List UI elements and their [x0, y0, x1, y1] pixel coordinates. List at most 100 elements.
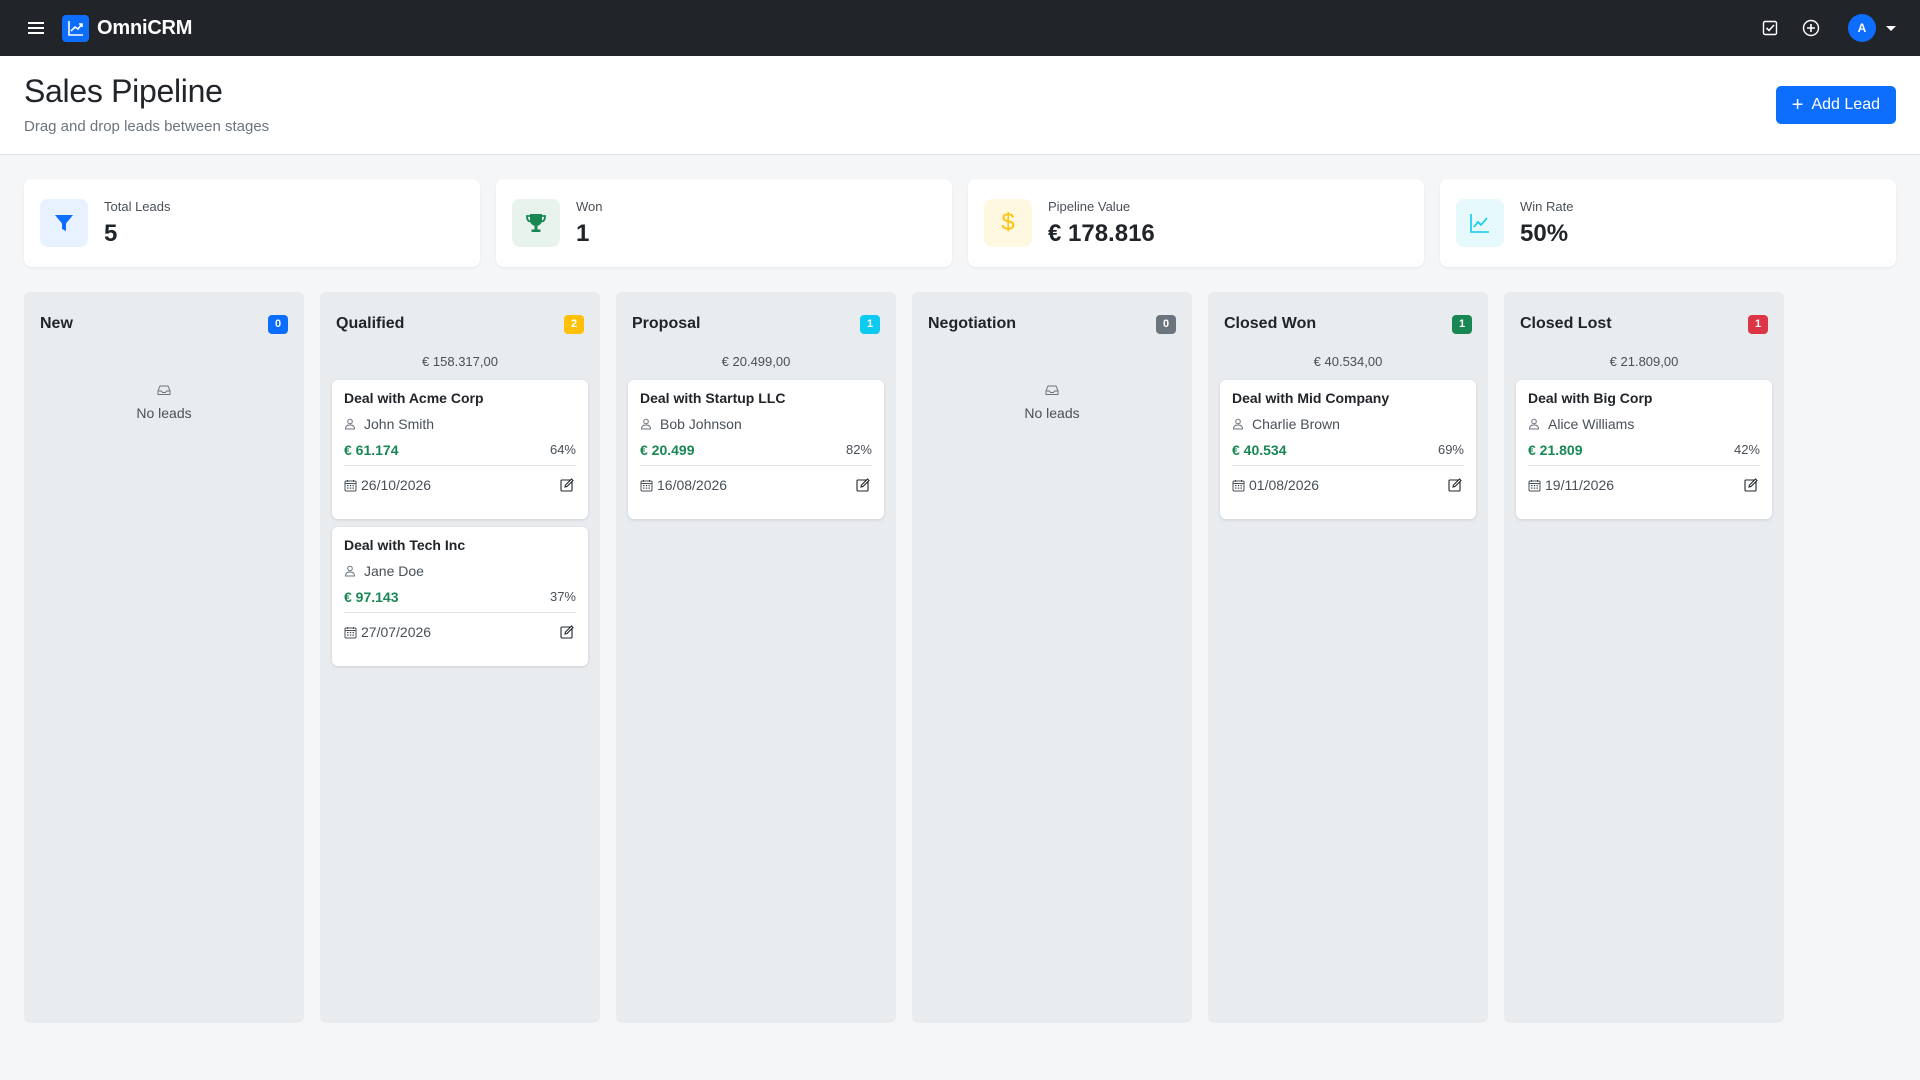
- contact-name: Jane Doe: [364, 563, 424, 579]
- column-closed-won[interactable]: Closed Won 1 € 40.534,00 Deal with Mid Comp…: [1208, 292, 1488, 1023]
- empty-state: No leads: [36, 383, 292, 421]
- lead-amount: € 61.174: [344, 442, 399, 458]
- lead-title: Deal with Tech Inc: [344, 537, 466, 553]
- brand[interactable]: OmniCRM: [62, 14, 193, 42]
- close-date: 19/11/2026: [1545, 477, 1615, 493]
- lead-date: 27/07/2026: [344, 624, 431, 640]
- calendar-icon: [1232, 479, 1249, 492]
- column-proposal[interactable]: Proposal 1 € 20.499,00 Deal with Startup LL…: [616, 292, 896, 1023]
- column-title: Qualified: [336, 315, 405, 332]
- edit-icon[interactable]: [1742, 476, 1760, 494]
- count-badge: 0: [1156, 314, 1176, 334]
- lead-contact: Bob Johnson: [640, 416, 872, 432]
- stat-card-won: Won 1: [496, 179, 952, 267]
- column-title: Negotiation: [928, 315, 1016, 332]
- edit-icon[interactable]: [558, 623, 576, 641]
- lead-contact: John Smith: [344, 416, 576, 432]
- add-circle-icon[interactable]: [1799, 16, 1823, 40]
- lead-card[interactable]: Deal with Startup LLC Bob Johnson € 20.499…: [628, 380, 884, 519]
- lead-footer: 26/10/2026: [344, 476, 576, 494]
- stat-card-pipeline-value: $ Pipeline Value € 178.816: [968, 179, 1424, 267]
- count-badge: 1: [860, 314, 880, 334]
- lead-contact: Jane Doe: [344, 563, 576, 579]
- close-date: 26/10/2026: [361, 477, 432, 493]
- lead-amount: € 20.499: [640, 442, 695, 458]
- trophy-icon: [512, 199, 560, 247]
- column-negotiation[interactable]: Negotiation 0 No leads: [912, 292, 1192, 1023]
- column-header: New 0: [36, 292, 292, 356]
- contact-name: Alice Williams: [1548, 416, 1635, 432]
- dollar-icon: $: [984, 199, 1032, 247]
- lead-footer: 19/11/2026: [1528, 476, 1760, 494]
- empty-state: No leads: [924, 383, 1180, 421]
- edit-icon[interactable]: [854, 476, 872, 494]
- person-icon: [640, 418, 658, 430]
- column-closed-lost[interactable]: Closed Lost 1 € 21.809,00 Deal with Big Cor…: [1504, 292, 1784, 1023]
- stat-label: Win Rate: [1520, 198, 1574, 214]
- lead-card[interactable]: Deal with Mid Company Charlie Brown € 40.5…: [1220, 380, 1476, 519]
- column-total: € 21.809,00: [1609, 354, 1679, 369]
- calendar-icon: [344, 479, 361, 492]
- empty-text: No leads: [136, 405, 192, 421]
- lead-contact: Charlie Brown: [1232, 416, 1464, 432]
- pipeline-board: New 0 No leads Qualified 2 € 158.317,00 Deal w…: [24, 292, 1800, 1023]
- calendar-icon: [1528, 479, 1545, 492]
- brand-name: OmniCRM: [97, 16, 193, 39]
- edit-icon[interactable]: [1446, 476, 1464, 494]
- tasks-icon[interactable]: [1758, 16, 1782, 40]
- plus-icon: +: [1791, 94, 1804, 116]
- lead-card[interactable]: Deal with Tech Inc Jane Doe € 97.143 37% 27/…: [332, 527, 588, 666]
- column-title: Closed Won: [1224, 315, 1317, 332]
- empty-text: No leads: [1024, 405, 1080, 421]
- lead-footer: 16/08/2026: [640, 476, 872, 494]
- stat-value: 1: [576, 219, 590, 247]
- column-title: Closed Lost: [1520, 315, 1612, 332]
- column-title: New: [40, 315, 73, 332]
- lead-probability: 82%: [845, 442, 872, 457]
- inbox-icon: [36, 383, 292, 399]
- lead-amount: € 21.809: [1528, 442, 1583, 458]
- stat-label: Pipeline Value: [1048, 198, 1131, 214]
- stats-row: Total Leads 5 Won 1 $ Pipeline Value € 1…: [24, 179, 1896, 267]
- lead-contact: Alice Williams: [1528, 416, 1760, 432]
- page-header: Sales Pipeline Drag and drop leads betwe…: [0, 56, 1920, 155]
- column-total: € 40.534,00: [1313, 354, 1383, 369]
- column-new[interactable]: New 0 No leads: [24, 292, 304, 1023]
- contact-name: Charlie Brown: [1252, 416, 1340, 432]
- person-icon: [1232, 418, 1250, 430]
- user-avatar[interactable]: A: [1848, 14, 1876, 42]
- lead-date: 19/11/2026: [1528, 477, 1614, 493]
- add-lead-button[interactable]: + Add Lead: [1775, 86, 1896, 124]
- stat-label: Won: [576, 198, 603, 214]
- lead-card[interactable]: Deal with Big Corp Alice Williams € 21.809…: [1516, 380, 1772, 519]
- lead-date: 01/08/2026: [1232, 477, 1319, 493]
- count-badge: 1: [1748, 314, 1768, 334]
- page-title: Sales Pipeline: [24, 73, 223, 109]
- lead-date: 16/08/2026: [640, 477, 727, 493]
- lead-metrics: € 61.174 64%: [344, 442, 576, 466]
- lead-metrics: € 97.143 37%: [344, 589, 576, 613]
- menu-icon[interactable]: [24, 16, 48, 40]
- lead-amount: € 97.143: [344, 589, 399, 605]
- column-total: € 158.317,00: [422, 354, 498, 369]
- column-header: Qualified 2: [332, 292, 588, 356]
- chevron-down-icon[interactable]: [1886, 25, 1896, 31]
- stat-value: 50%: [1520, 219, 1569, 247]
- edit-icon[interactable]: [558, 476, 576, 494]
- lead-date: 26/10/2026: [344, 477, 431, 493]
- lead-title: Deal with Startup LLC: [640, 390, 786, 406]
- count-badge: 1: [1452, 314, 1472, 334]
- close-date: 01/08/2026: [1249, 477, 1320, 493]
- column-qualified[interactable]: Qualified 2 € 158.317,00 Deal with Acme Cor…: [320, 292, 600, 1023]
- nav-actions: A: [1741, 14, 1896, 42]
- lead-probability: 42%: [1733, 442, 1760, 457]
- column-title: Proposal: [632, 315, 701, 332]
- inbox-icon: [924, 383, 1180, 399]
- lead-probability: 69%: [1437, 442, 1464, 457]
- lead-metrics: € 40.534 69%: [1232, 442, 1464, 466]
- close-date: 16/08/2026: [657, 477, 728, 493]
- lead-card[interactable]: Deal with Acme Corp John Smith € 61.174 64%…: [332, 380, 588, 519]
- count-badge: 0: [268, 314, 288, 334]
- calendar-icon: [640, 479, 657, 492]
- top-navbar: OmniCRM A: [0, 0, 1920, 56]
